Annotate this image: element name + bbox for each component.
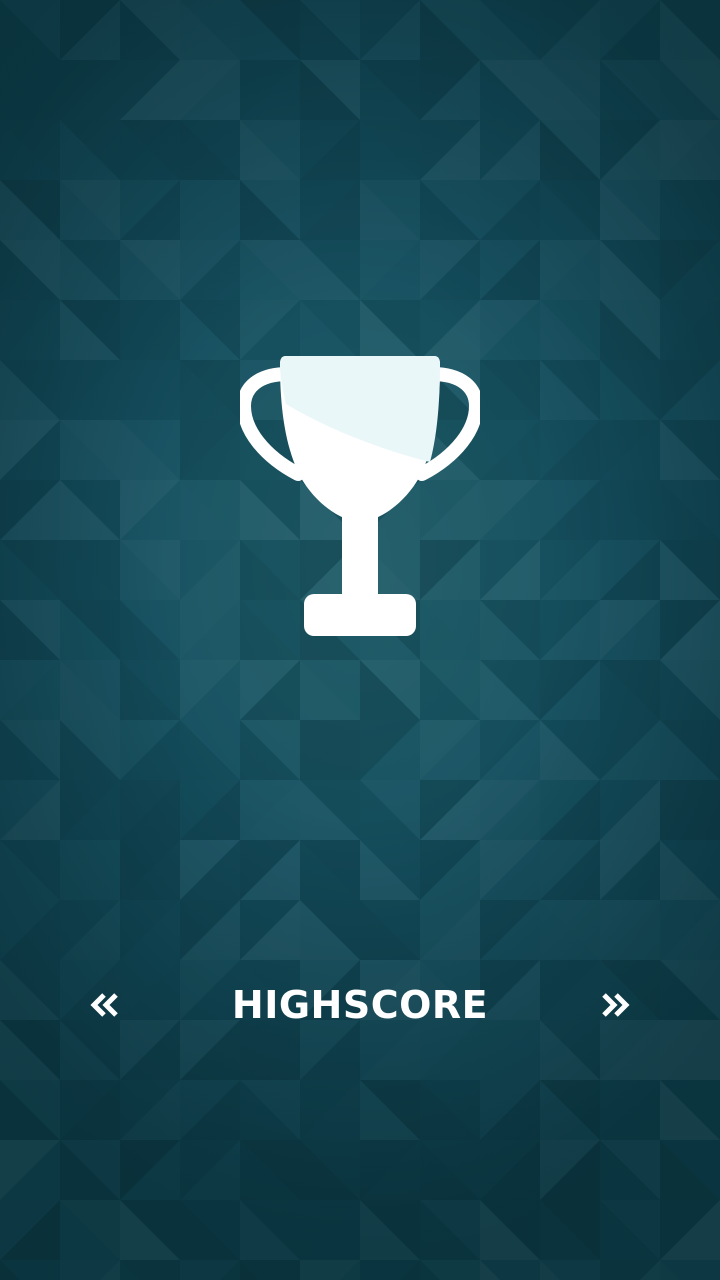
screen-navigation: HIGHSCORE <box>0 975 720 1035</box>
trophy-icon <box>240 356 480 636</box>
double-chevron-right-icon[interactable] <box>590 979 642 1031</box>
double-chevron-left-icon[interactable] <box>78 979 130 1031</box>
background-pattern <box>0 0 720 1280</box>
page-title: HIGHSCORE <box>231 983 489 1027</box>
highscore-screen: HIGHSCORE <box>0 0 720 1280</box>
